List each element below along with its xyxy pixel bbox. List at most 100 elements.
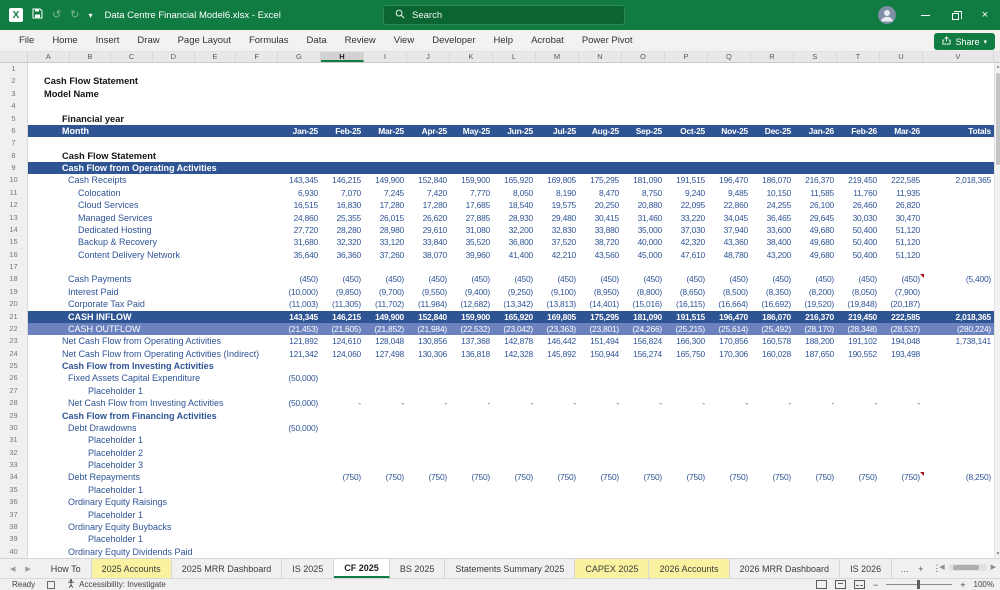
cell-r22-c12[interactable]: (25,492) bbox=[751, 323, 794, 335]
cell-r23-c16[interactable]: 1,738,141 bbox=[923, 335, 994, 347]
zoom-slider[interactable] bbox=[886, 584, 952, 585]
column-header-T[interactable]: T bbox=[837, 52, 880, 62]
row-label-ordinary-equity-raisings[interactable]: Ordinary Equity Raisings bbox=[28, 496, 278, 508]
cell-r6-c13[interactable]: Jan-26 bbox=[794, 125, 837, 137]
cell-r21-c8[interactable]: 175,295 bbox=[579, 311, 622, 323]
cell-r22-c3[interactable]: (21,852) bbox=[364, 323, 407, 335]
cell-r6-c12[interactable]: Dec-25 bbox=[751, 125, 794, 137]
horizontal-scroll-thumb[interactable] bbox=[953, 565, 979, 570]
cell-r18-c11[interactable]: (450) bbox=[708, 273, 751, 285]
cell-r16-c7[interactable]: 42,210 bbox=[536, 249, 579, 261]
row-label-cash-outflow[interactable]: CASH OUTFLOW bbox=[28, 323, 278, 335]
tab-next-icon[interactable]: ▶ bbox=[25, 565, 30, 573]
cell-r14-c15[interactable]: 51,120 bbox=[880, 224, 923, 236]
cell-r28-c5[interactable]: - bbox=[450, 397, 493, 409]
zoom-slider-thumb[interactable] bbox=[917, 580, 920, 589]
row-number-25[interactable]: 25 bbox=[0, 360, 28, 372]
cell-r23-c4[interactable]: 130,856 bbox=[407, 335, 450, 347]
cell-r22-c15[interactable]: (28,537) bbox=[880, 323, 923, 335]
cell-r24-c13[interactable]: 187,650 bbox=[794, 348, 837, 360]
macro-record-icon[interactable] bbox=[47, 581, 55, 589]
cell-r6-c1[interactable]: Jan-25 bbox=[278, 125, 321, 137]
cell-r12-c11[interactable]: 22,860 bbox=[708, 199, 751, 211]
column-header-G[interactable]: G bbox=[278, 52, 321, 62]
cell-r10-c3[interactable]: 149,900 bbox=[364, 174, 407, 186]
row-number-9[interactable]: 9 bbox=[0, 162, 28, 174]
cell-r30-c1[interactable]: (50,000) bbox=[278, 422, 321, 434]
cell-r20-c4[interactable]: (11,984) bbox=[407, 298, 450, 310]
cell-r16-c6[interactable]: 41,400 bbox=[493, 249, 536, 261]
row-number-20[interactable]: 20 bbox=[0, 298, 28, 310]
cell-r10-c8[interactable]: 175,295 bbox=[579, 174, 622, 186]
cell-r21-c13[interactable]: 216,370 bbox=[794, 311, 837, 323]
cell-r16-c15[interactable]: 51,120 bbox=[880, 249, 923, 261]
cell-r28-c15[interactable]: - bbox=[880, 397, 923, 409]
ribbon-tab-insert[interactable]: Insert bbox=[87, 35, 129, 46]
row-number-12[interactable]: 12 bbox=[0, 199, 28, 211]
cell-r20-c16[interactable] bbox=[923, 298, 994, 310]
cell-r34-c11[interactable]: (750) bbox=[708, 471, 751, 483]
cell-r13-c3[interactable]: 26,015 bbox=[364, 212, 407, 224]
cell-r13-c11[interactable]: 34,045 bbox=[708, 212, 751, 224]
cell-r15-c2[interactable]: 32,320 bbox=[321, 236, 364, 248]
cell-r34-c5[interactable]: (750) bbox=[450, 471, 493, 483]
cell-r22-c16[interactable]: (280,224) bbox=[923, 323, 994, 335]
column-header-Q[interactable]: Q bbox=[708, 52, 751, 62]
cell-r11-c6[interactable]: 8,050 bbox=[493, 187, 536, 199]
cell-r28-c12[interactable]: - bbox=[751, 397, 794, 409]
row-label-cloud-services[interactable]: Cloud Services bbox=[28, 199, 278, 211]
row-number-1[interactable]: 1 bbox=[0, 63, 28, 75]
cell-r14-c11[interactable]: 37,940 bbox=[708, 224, 751, 236]
cell-r24-c5[interactable]: 136,818 bbox=[450, 348, 493, 360]
undo-icon[interactable]: ↺ bbox=[52, 10, 61, 21]
cell-r11-c12[interactable]: 10,150 bbox=[751, 187, 794, 199]
normal-view-icon[interactable] bbox=[816, 580, 827, 589]
cell-r30-c16[interactable] bbox=[923, 422, 994, 434]
row-label-placeholder-1[interactable]: Placeholder 1 bbox=[28, 385, 278, 397]
cell-r19-c12[interactable]: (8,350) bbox=[751, 286, 794, 298]
new-sheet-button[interactable]: + bbox=[918, 564, 923, 574]
cell-r12-c13[interactable]: 26,100 bbox=[794, 199, 837, 211]
cell-r12-c14[interactable]: 26,460 bbox=[837, 199, 880, 211]
cell-r13-c10[interactable]: 33,220 bbox=[665, 212, 708, 224]
cell-r11-c3[interactable]: 7,245 bbox=[364, 187, 407, 199]
row-number-6[interactable]: 6 bbox=[0, 125, 28, 137]
cell-r15-c4[interactable]: 33,840 bbox=[407, 236, 450, 248]
cell-r23-c6[interactable]: 142,878 bbox=[493, 335, 536, 347]
cell-r26-c2[interactable] bbox=[321, 372, 364, 384]
cell-r26-c9[interactable] bbox=[622, 372, 665, 384]
cell-r14-c14[interactable]: 50,400 bbox=[837, 224, 880, 236]
scroll-up-icon[interactable]: ▲ bbox=[995, 64, 1000, 70]
cell-r12-c4[interactable]: 17,280 bbox=[407, 199, 450, 211]
cell-r19-c13[interactable]: (8,200) bbox=[794, 286, 837, 298]
row-label-ordinary-equity-dividends-paid[interactable]: Ordinary Equity Dividends Paid bbox=[28, 546, 278, 558]
cell-r11-c8[interactable]: 8,470 bbox=[579, 187, 622, 199]
cell-r11-c13[interactable]: 11,585 bbox=[794, 187, 837, 199]
cell-r6-c5[interactable]: May-25 bbox=[450, 125, 493, 137]
cell-r23-c7[interactable]: 146,442 bbox=[536, 335, 579, 347]
cell-r15-c3[interactable]: 33,120 bbox=[364, 236, 407, 248]
cell-r23-c5[interactable]: 137,368 bbox=[450, 335, 493, 347]
ribbon-tab-file[interactable]: File bbox=[10, 35, 43, 46]
page-break-view-icon[interactable] bbox=[854, 580, 865, 589]
cell-r23-c9[interactable]: 156,824 bbox=[622, 335, 665, 347]
ribbon-tab-help[interactable]: Help bbox=[485, 35, 523, 46]
cell-r22-c8[interactable]: (23,801) bbox=[579, 323, 622, 335]
cell-r14-c16[interactable] bbox=[923, 224, 994, 236]
share-button[interactable]: Share ▾ bbox=[934, 33, 995, 50]
cell-r16-c3[interactable]: 37,260 bbox=[364, 249, 407, 261]
row-label-content-delivery-network[interactable]: Content Delivery Network bbox=[28, 249, 278, 261]
cell-r6-c14[interactable]: Feb-26 bbox=[837, 125, 880, 137]
row-number-21[interactable]: 21 bbox=[0, 311, 28, 323]
cell-r11-c11[interactable]: 9,485 bbox=[708, 187, 751, 199]
page-layout-view-icon[interactable] bbox=[835, 580, 846, 589]
cell-r23-c10[interactable]: 166,300 bbox=[665, 335, 708, 347]
cell-r14-c10[interactable]: 37,030 bbox=[665, 224, 708, 236]
cell-r23-c15[interactable]: 194,048 bbox=[880, 335, 923, 347]
sheet-tab-statements-summary-2025[interactable]: Statements Summary 2025 bbox=[445, 559, 575, 578]
cell-r20-c11[interactable]: (16,664) bbox=[708, 298, 751, 310]
cell-r23-c3[interactable]: 128,048 bbox=[364, 335, 407, 347]
cell-r30-c5[interactable] bbox=[450, 422, 493, 434]
row-label-placeholder-1[interactable]: Placeholder 1 bbox=[28, 484, 278, 496]
cell-r11-c5[interactable]: 7,770 bbox=[450, 187, 493, 199]
